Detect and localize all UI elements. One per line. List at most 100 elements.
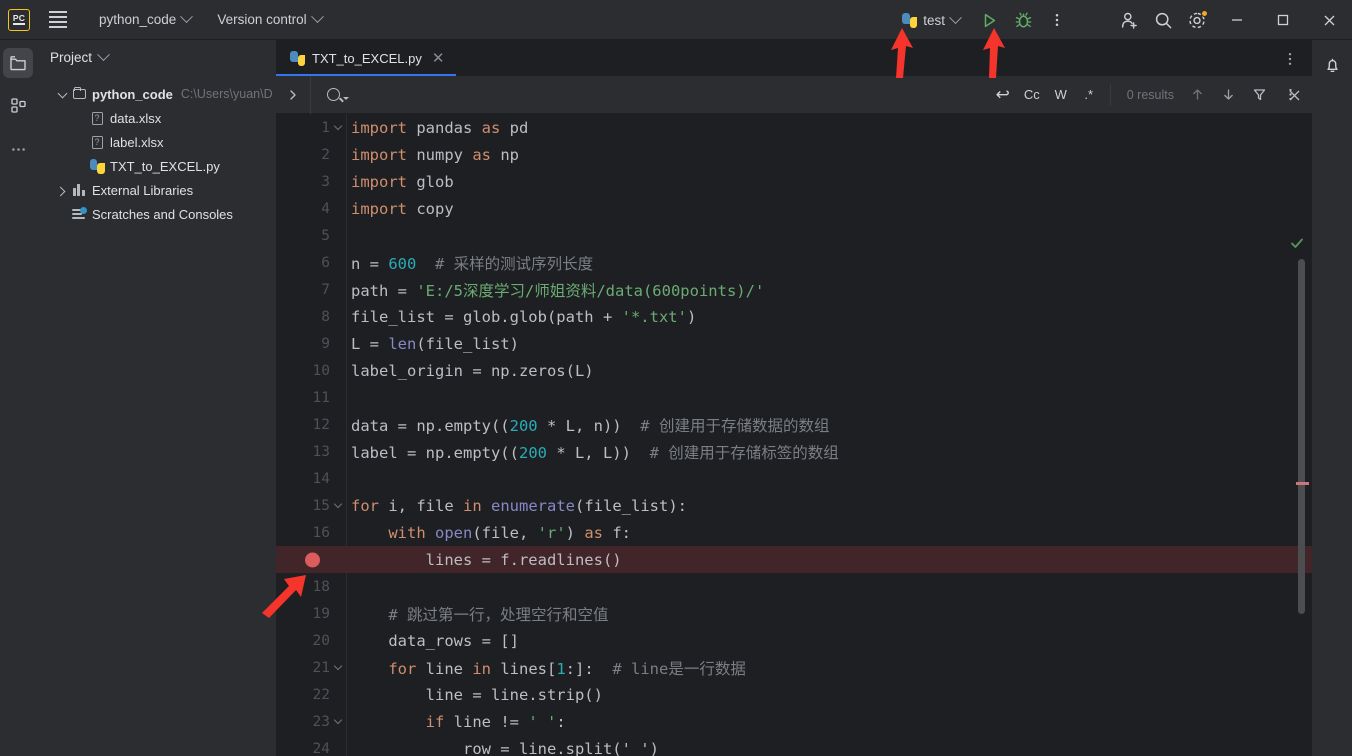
- code-line[interactable]: 22 line = line.strip(): [276, 681, 1312, 708]
- code-text: line = line.strip(): [351, 685, 603, 704]
- code-line[interactable]: 4 import copy: [276, 195, 1312, 222]
- code-line[interactable]: 9 L = len(file_list): [276, 330, 1312, 357]
- code-line[interactable]: 24 row = line.split(' '): [276, 735, 1312, 756]
- line-number: 22: [312, 686, 330, 703]
- line-number: 3: [321, 173, 330, 190]
- code-text: import pandas as pd: [351, 118, 529, 137]
- check-ok-icon[interactable]: [1290, 236, 1304, 250]
- arrow-down-icon[interactable]: [1221, 87, 1236, 102]
- find-newline-toggle[interactable]: ↩: [996, 85, 1010, 105]
- code-line[interactable]: 8 file_list = glob.glob(path + '*.txt'): [276, 303, 1312, 330]
- editor-tab-bar: TXT_to_EXCEL.py ✕: [276, 40, 1312, 76]
- fold-chevron-icon[interactable]: [330, 121, 346, 131]
- settings-badge-dot: [1201, 10, 1208, 17]
- more-actions-button[interactable]: [1040, 3, 1074, 37]
- code-editor[interactable]: 1 import pandas as pd 2 import numpy as np 3…: [276, 114, 1312, 756]
- code-line[interactable]: 3 import glob: [276, 168, 1312, 195]
- editor-options-button[interactable]: [1282, 51, 1298, 72]
- project-panel-title: Project: [50, 49, 93, 65]
- code-line[interactable]: 23 if line != ' ':: [276, 708, 1312, 735]
- settings-button[interactable]: [1180, 3, 1214, 37]
- twisty-collapsed-icon[interactable]: [54, 183, 70, 198]
- chevron-down-icon: [97, 47, 110, 61]
- code-line[interactable]: 19 # 跳过第一行，处理空行和空值: [276, 600, 1312, 627]
- code-line[interactable]: 13 label = np.empty((200 * L, L)) # 创建用于存…: [276, 438, 1312, 465]
- code-line[interactable]: 14: [276, 465, 1312, 492]
- search-everywhere-button[interactable]: [1146, 3, 1180, 37]
- tree-item-label: Scratches and Consoles: [92, 206, 233, 222]
- find-input[interactable]: ↩ Cc W .* 0 results: [310, 75, 1312, 114]
- arrow-up-icon[interactable]: [1190, 87, 1205, 102]
- line-number: 23: [312, 713, 330, 730]
- close-window-button[interactable]: [1306, 0, 1352, 40]
- tree-item-label-xlsx[interactable]: ? label.xlsx: [36, 130, 276, 154]
- run-configuration-selector[interactable]: test: [894, 10, 968, 31]
- code-line[interactable]: 16 with open(file, 'r') as f:: [276, 519, 1312, 546]
- maximize-icon: [1277, 14, 1289, 26]
- line-number: 5: [321, 227, 330, 244]
- code-line[interactable]: 7 path = 'E:/5深度学习/师姐资料/data(600points)/': [276, 276, 1312, 303]
- code-text: import copy: [351, 199, 454, 218]
- fold-chevron-icon[interactable]: [330, 661, 346, 671]
- editor-scrollbar[interactable]: [1298, 259, 1305, 614]
- filter-icon[interactable]: [1252, 87, 1267, 102]
- python-file-icon: [88, 158, 106, 174]
- search-icon: [327, 88, 340, 101]
- project-selector[interactable]: python_code: [91, 7, 199, 33]
- sidebar-item-project[interactable]: [3, 48, 33, 78]
- chevron-down-icon: [310, 10, 324, 24]
- tree-item-txt-to-excel-py[interactable]: TXT_to_EXCEL.py: [36, 154, 276, 178]
- unknown-file-icon: ?: [88, 134, 106, 150]
- tab-close-icon[interactable]: ✕: [432, 51, 445, 66]
- fold-chevron-icon[interactable]: [330, 499, 346, 509]
- tree-item-data-xlsx[interactable]: ? data.xlsx: [36, 106, 276, 130]
- project-panel-header[interactable]: Project: [36, 40, 276, 74]
- tree-item-scratches-and-consoles[interactable]: Scratches and Consoles: [36, 202, 276, 226]
- find-regex-toggle[interactable]: .*: [1082, 87, 1096, 102]
- maximize-window-button[interactable]: [1260, 0, 1306, 40]
- debug-button[interactable]: [1006, 3, 1040, 37]
- sidebar-item-structure[interactable]: [3, 90, 33, 120]
- code-text: data_rows = []: [351, 631, 519, 650]
- version-control-menu[interactable]: Version control: [209, 7, 329, 33]
- code-line[interactable]: 15 for i, file in enumerate(file_list):: [276, 492, 1312, 519]
- hamburger-menu-icon[interactable]: [41, 3, 75, 37]
- code-text: path = 'E:/5深度学习/师姐资料/data(600points)/': [351, 281, 765, 300]
- more-dots-icon: [11, 147, 25, 151]
- fold-chevron-icon[interactable]: [330, 715, 346, 725]
- sidebar-item-more[interactable]: [3, 134, 33, 164]
- find-bar: ↩ Cc W .* 0 results: [276, 75, 1312, 114]
- code-line[interactable]: 20 data_rows = []: [276, 627, 1312, 654]
- code-line[interactable]: 2 import numpy as np: [276, 141, 1312, 168]
- notifications-button[interactable]: [1312, 46, 1352, 84]
- tree-item-external-libraries[interactable]: External Libraries: [36, 178, 276, 202]
- unknown-file-icon: ?: [88, 110, 106, 126]
- code-line-breakpoint[interactable]: 17 lines = f.readlines(): [276, 546, 1312, 573]
- code-line[interactable]: 10 label_origin = np.zeros(L): [276, 357, 1312, 384]
- line-number: 11: [312, 389, 330, 406]
- find-match-case-toggle[interactable]: Cc: [1024, 87, 1040, 102]
- find-words-toggle[interactable]: W: [1054, 87, 1068, 102]
- error-stripe-marker[interactable]: [1296, 482, 1309, 485]
- code-line[interactable]: 6 n = 600 # 采样的测试序列长度: [276, 249, 1312, 276]
- tree-item-label: python_code: [92, 86, 173, 102]
- code-line[interactable]: 18: [276, 573, 1312, 600]
- tree-item-python-code[interactable]: python_code C:\Users\yuan\D: [36, 82, 276, 106]
- close-icon: [1289, 90, 1299, 100]
- breakpoint-icon[interactable]: [305, 552, 320, 567]
- minimize-window-button[interactable]: [1214, 0, 1260, 40]
- code-line[interactable]: 21 for line in lines[1:]: # line是一行数据: [276, 654, 1312, 681]
- run-triangle-icon: [984, 13, 995, 27]
- account-button[interactable]: [1112, 3, 1146, 37]
- run-button[interactable]: [972, 3, 1006, 37]
- code-line[interactable]: 11: [276, 384, 1312, 411]
- code-line[interactable]: 1 import pandas as pd: [276, 114, 1312, 141]
- find-expand-button[interactable]: [276, 76, 310, 114]
- tab-txt-to-excel-py[interactable]: TXT_to_EXCEL.py ✕: [276, 40, 457, 76]
- search-history-dropdown-icon[interactable]: [343, 97, 349, 100]
- twisty-expanded-icon[interactable]: [54, 87, 70, 102]
- find-close-button[interactable]: [1276, 76, 1312, 114]
- code-line[interactable]: 5: [276, 222, 1312, 249]
- left-activity-bar: [0, 40, 36, 756]
- code-line[interactable]: 12 data = np.empty((200 * L, n)) # 创建用于存储…: [276, 411, 1312, 438]
